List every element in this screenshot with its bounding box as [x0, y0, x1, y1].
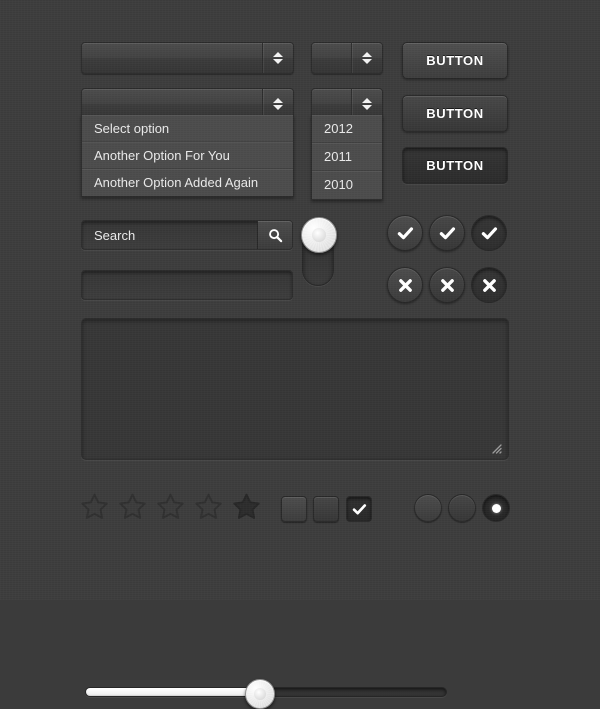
slider-handle[interactable]	[244, 679, 275, 709]
metal-knob-icon[interactable]	[301, 217, 337, 253]
checkbox-hover[interactable]	[313, 496, 339, 522]
star-icon-empty[interactable]	[118, 492, 147, 526]
check-icon	[397, 226, 413, 239]
toggle-switch-vertical[interactable]	[301, 217, 337, 286]
check-icon	[439, 226, 455, 239]
action-button-pressed[interactable]: BUTTON	[402, 147, 508, 184]
select-small-value	[312, 43, 351, 73]
range-slider[interactable]	[85, 679, 447, 709]
resize-grip-icon[interactable]	[490, 441, 502, 454]
star-icon-empty[interactable]	[156, 492, 185, 526]
cross-button-normal[interactable]	[387, 267, 423, 303]
star-icon-empty[interactable]	[194, 492, 223, 526]
list-item[interactable]: 2012	[312, 115, 382, 143]
text-input[interactable]	[82, 271, 292, 299]
check-button-pressed[interactable]	[471, 215, 507, 251]
message-textarea[interactable]	[81, 318, 509, 460]
radio-dot-icon	[491, 503, 501, 513]
select-wide-option-list: Select option Another Option For You Ano…	[81, 115, 294, 197]
check-icon	[352, 503, 366, 514]
check-button-hover[interactable]	[429, 215, 465, 251]
star-rating[interactable]	[80, 492, 261, 526]
list-item[interactable]: 2010	[312, 171, 382, 199]
search-field[interactable]: Search	[81, 220, 293, 250]
checkbox-checked[interactable]	[346, 496, 372, 522]
select-small[interactable]	[311, 42, 383, 74]
ui-kit-canvas: Select option Another Option For You Ano…	[0, 0, 600, 709]
radio-hover[interactable]	[448, 494, 476, 522]
spinner-updown-icon[interactable]	[351, 43, 382, 73]
check-icon	[481, 226, 497, 239]
checkbox-normal[interactable]	[281, 496, 307, 522]
spinner-updown-icon[interactable]	[262, 43, 293, 73]
select-wide-value	[82, 43, 262, 73]
list-item[interactable]: Another Option For You	[82, 142, 293, 169]
cross-icon	[482, 278, 496, 292]
select-wide[interactable]	[81, 42, 294, 74]
list-item[interactable]: Another Option Added Again	[82, 169, 293, 196]
select-year-option-list: 2012 2011 2010	[311, 115, 383, 200]
search-icon[interactable]	[257, 221, 292, 249]
star-icon-filled[interactable]	[232, 492, 261, 526]
slider-fill	[86, 688, 259, 696]
cross-button-pressed[interactable]	[471, 267, 507, 303]
action-button-normal[interactable]: BUTTON	[402, 42, 508, 79]
radio-selected[interactable]	[482, 494, 510, 522]
cross-button-hover[interactable]	[429, 267, 465, 303]
search-input[interactable]: Search	[82, 221, 257, 249]
check-button-normal[interactable]	[387, 215, 423, 251]
list-item[interactable]: 2011	[312, 143, 382, 171]
list-item[interactable]: Select option	[82, 115, 293, 142]
cross-icon	[398, 278, 412, 292]
text-field[interactable]	[81, 270, 293, 300]
radio-normal[interactable]	[414, 494, 442, 522]
cross-icon	[440, 278, 454, 292]
star-icon-empty[interactable]	[80, 492, 109, 526]
action-button-hover[interactable]: BUTTON	[402, 95, 508, 132]
